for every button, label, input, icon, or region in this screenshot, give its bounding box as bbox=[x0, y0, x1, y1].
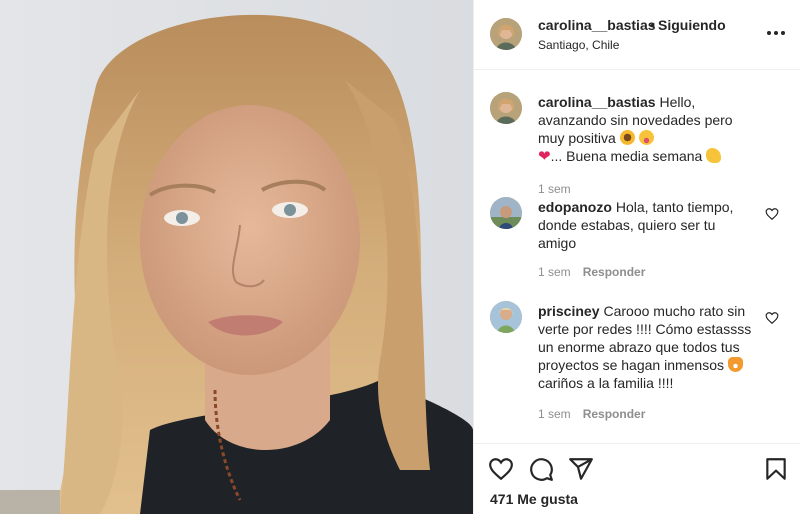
more-options-button[interactable] bbox=[763, 24, 789, 42]
avatar[interactable] bbox=[490, 301, 522, 333]
following-button[interactable]: Siguiendo bbox=[658, 17, 726, 33]
like-comment-heart-icon[interactable] bbox=[765, 311, 779, 325]
tongue-face-emoji-icon bbox=[638, 130, 654, 145]
avatar-image bbox=[490, 18, 522, 50]
avatar[interactable] bbox=[490, 92, 522, 124]
post-photo[interactable] bbox=[0, 0, 473, 514]
comment-text: edopanozo Hola, tanto tiempo, donde estab… bbox=[538, 198, 756, 252]
comment-meta: 1 sem Responder bbox=[538, 407, 645, 421]
comments-list[interactable]: carolina__bastias Hello, avanzando sin no… bbox=[474, 71, 800, 443]
avatar-image bbox=[490, 197, 522, 229]
post-username-link[interactable]: carolina__bastias bbox=[538, 17, 656, 33]
more-dot-icon bbox=[774, 31, 778, 35]
sunflower-emoji-icon bbox=[619, 130, 635, 145]
caption-meta: 1 sem bbox=[538, 182, 571, 196]
comment-icon[interactable] bbox=[528, 456, 554, 482]
heart-icon[interactable] bbox=[488, 456, 514, 482]
selfie-image bbox=[0, 0, 473, 514]
caption-username-link[interactable]: carolina__bastias bbox=[538, 94, 656, 110]
post-actions: 471 Me gusta bbox=[474, 443, 800, 514]
comment-content-end: cariños a la familia !!!! bbox=[538, 375, 674, 391]
like-comment-heart-icon[interactable] bbox=[765, 207, 779, 221]
caption-text-part2: ... Buena media semana bbox=[550, 148, 703, 164]
comment-time[interactable]: 1 sem bbox=[538, 265, 571, 279]
reply-button[interactable]: Responder bbox=[583, 407, 646, 421]
avatar[interactable] bbox=[490, 18, 522, 50]
avatar-image bbox=[490, 92, 522, 124]
smiling-cat-emoji-icon bbox=[727, 357, 743, 372]
more-dot-icon bbox=[767, 31, 771, 35]
avatar-image bbox=[490, 301, 522, 333]
likes-count[interactable]: 471 Me gusta bbox=[490, 491, 578, 507]
separator-dot: • bbox=[650, 17, 655, 33]
flexed-biceps-emoji-icon bbox=[706, 148, 722, 163]
more-dot-icon bbox=[781, 31, 785, 35]
avatar[interactable] bbox=[490, 197, 522, 229]
reply-button[interactable]: Responder bbox=[583, 265, 646, 279]
comment-username-link[interactable]: edopanozo bbox=[538, 199, 612, 215]
caption-time[interactable]: 1 sem bbox=[538, 182, 571, 196]
comment-username-link[interactable]: prisciney bbox=[538, 303, 599, 319]
red-heart-icon: ❤ bbox=[538, 148, 551, 165]
post-header: carolina__bastias • Siguiendo Santiago, … bbox=[474, 0, 800, 70]
post-side-panel: carolina__bastias • Siguiendo Santiago, … bbox=[473, 0, 800, 514]
comment-text: prisciney Carooo mucho rato sin verte por… bbox=[538, 302, 756, 392]
comment-meta: 1 sem Responder bbox=[538, 265, 645, 279]
bookmark-icon[interactable] bbox=[763, 456, 789, 482]
share-icon[interactable] bbox=[568, 456, 594, 482]
comment-time[interactable]: 1 sem bbox=[538, 407, 571, 421]
caption-text: carolina__bastias Hello, avanzando sin no… bbox=[538, 93, 756, 166]
location-link[interactable]: Santiago, Chile bbox=[538, 38, 619, 52]
